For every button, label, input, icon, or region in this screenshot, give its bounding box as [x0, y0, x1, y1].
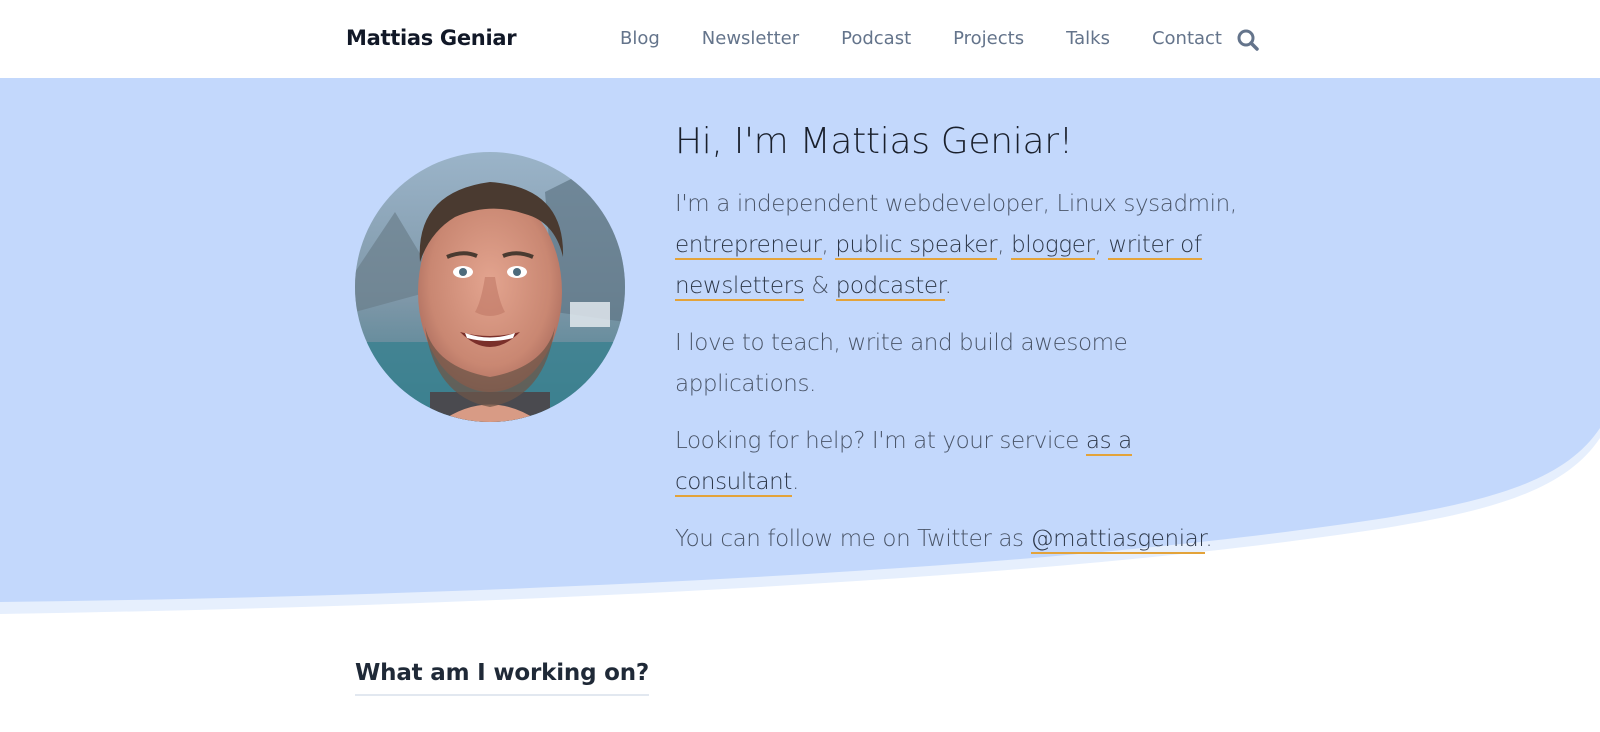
link-public-speaker[interactable]: public speaker — [835, 232, 998, 260]
nav-item-contact[interactable]: Contact — [1152, 27, 1222, 51]
period: . — [944, 273, 952, 299]
search-icon[interactable] — [1236, 28, 1260, 52]
nav-item-projects[interactable]: Projects — [953, 27, 1024, 51]
twitter-suffix: . — [1205, 526, 1213, 552]
consultant-suffix: . — [791, 469, 799, 495]
comma: , — [997, 232, 1005, 258]
intro-paragraph-roles: I'm a independent webdeveloper, Linux sy… — [675, 184, 1255, 307]
link-podcaster[interactable]: podcaster — [835, 273, 945, 301]
nav-item-blog[interactable]: Blog — [620, 27, 660, 51]
section-title-working-on: What am I working on? — [355, 660, 649, 696]
twitter-prefix: You can follow me on Twitter as — [675, 526, 1024, 552]
nav-item-newsletter[interactable]: Newsletter — [702, 27, 799, 51]
hero-title: Hi, I'm Mattias Geniar! — [675, 121, 1073, 162]
ampersand: & — [811, 273, 829, 299]
consultant-prefix: Looking for help? I'm at your service — [675, 428, 1079, 454]
comma: , — [821, 232, 829, 258]
intro-paragraph-twitter: You can follow me on Twitter as @mattias… — [675, 519, 1255, 560]
site-brand[interactable]: Mattias Geniar — [346, 26, 517, 50]
nav-menu: Blog Newsletter Podcast Projects Talks C… — [620, 27, 1264, 51]
intro-text: Hi, I'm Mattias Geniar! I'm a independen… — [675, 118, 1255, 560]
link-twitter[interactable]: @mattiasgeniar — [1030, 526, 1206, 554]
comma: , — [1094, 232, 1102, 258]
avatar — [355, 152, 625, 422]
hero-section: Hi, I'm Mattias Geniar! I'm a independen… — [0, 78, 1600, 638]
profile-photo — [355, 152, 625, 422]
roles-prefix: I'm a independent webdeveloper, Linux sy… — [675, 191, 1237, 217]
top-navigation: Mattias Geniar Blog Newsletter Podcast P… — [0, 0, 1600, 78]
intro-paragraph-teach: I love to teach, write and build awesome… — [675, 330, 1128, 397]
nav-item-podcast[interactable]: Podcast — [841, 27, 911, 51]
nav-item-talks[interactable]: Talks — [1066, 27, 1110, 51]
link-blogger[interactable]: blogger — [1011, 232, 1095, 260]
link-entrepreneur[interactable]: entrepreneur — [675, 232, 822, 260]
intro-paragraph-consultant: Looking for help? I'm at your service as… — [675, 421, 1255, 503]
